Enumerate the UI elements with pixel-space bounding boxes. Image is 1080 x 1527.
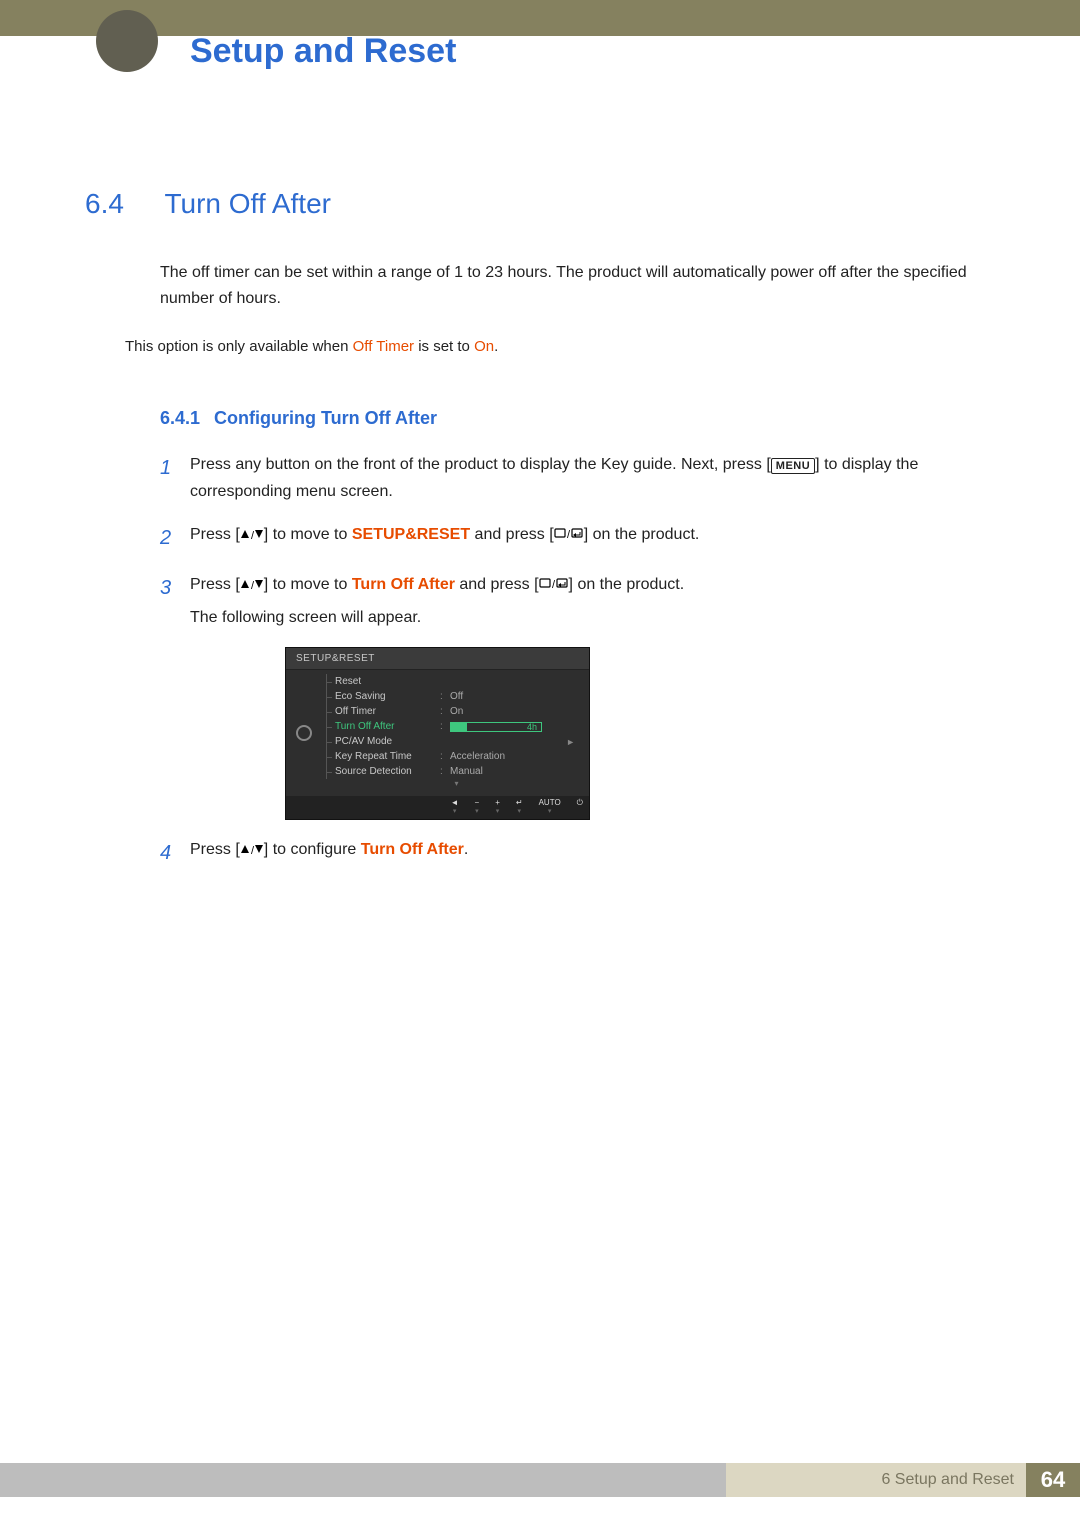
up-down-arrows-icon: / bbox=[240, 842, 264, 858]
up-down-arrows-icon: / bbox=[240, 577, 264, 593]
step-number: 3 bbox=[160, 571, 190, 605]
osd-footer-power-icon: ⏻ bbox=[577, 799, 583, 815]
section-intro: The off timer can be set within a range … bbox=[160, 260, 995, 313]
footer-breadcrumb: 6 Setup and Reset bbox=[726, 1463, 1026, 1497]
note-highlight-on: On bbox=[474, 338, 494, 355]
osd-row-reset: Reset bbox=[326, 674, 579, 689]
subsection-number: 6.4.1 bbox=[160, 408, 200, 428]
svg-text:/: / bbox=[251, 845, 255, 855]
header-bar bbox=[0, 0, 1080, 36]
step-2: 2 Press [/] to move to SETUP&RESET and p… bbox=[160, 521, 995, 555]
step-text: Press any button on the front of the pro… bbox=[190, 451, 995, 505]
osd-footer-enter-icon: ↵▾ bbox=[516, 799, 523, 815]
section-title: Turn Off After bbox=[164, 188, 331, 220]
osd-list: Reset Eco Saving:Off Off Timer:On Turn O… bbox=[322, 670, 589, 796]
chevron-right-icon: ► bbox=[566, 737, 575, 747]
osd-footer-back-icon: ◄▾ bbox=[451, 799, 459, 815]
step-highlight: Turn Off After bbox=[352, 576, 455, 593]
section-6-4: 6.4 Turn Off After The off timer can be … bbox=[85, 188, 995, 886]
subsection-heading: 6.4.1 Configuring Turn Off After bbox=[160, 408, 995, 429]
page-number: 64 bbox=[1026, 1463, 1080, 1497]
step-4: 4 Press [/] to configure Turn Off After. bbox=[160, 836, 995, 870]
svg-text:/: / bbox=[567, 529, 571, 539]
osd-footer-minus-icon: −▾ bbox=[475, 799, 480, 815]
svg-text:/: / bbox=[251, 530, 255, 540]
menu-button-label: MENU bbox=[771, 458, 815, 474]
note-text: . bbox=[494, 338, 498, 355]
step-highlight: Turn Off After bbox=[361, 841, 464, 858]
osd-scroll-down-icon: ▾ bbox=[334, 779, 579, 788]
svg-text:/: / bbox=[552, 579, 556, 589]
step-1: 1 Press any button on the front of the p… bbox=[160, 451, 995, 505]
step-tail: The following screen will appear. bbox=[190, 604, 995, 631]
osd-slider: 4h bbox=[450, 722, 542, 732]
note-text: This option is only available when bbox=[125, 338, 353, 355]
osd-row-turn-off-after: Turn Off After: 4h bbox=[326, 719, 579, 734]
osd-body: Reset Eco Saving:Off Off Timer:On Turn O… bbox=[286, 670, 589, 796]
section-note: This option is only available when Off T… bbox=[125, 335, 995, 360]
chapter-title: Setup and Reset bbox=[190, 32, 456, 71]
up-down-arrows-icon: / bbox=[240, 527, 264, 543]
osd-row-pc-av-mode: PC/AV Mode ► bbox=[326, 734, 579, 749]
chapter-badge bbox=[96, 10, 158, 72]
step-list: 1 Press any button on the front of the p… bbox=[160, 451, 995, 870]
step-number: 4 bbox=[160, 836, 190, 870]
osd-screenshot: SETUP&RESET Reset Eco Saving:Off Off T bbox=[285, 647, 590, 819]
step-text: Press [/] to move to Turn Off After and … bbox=[190, 571, 995, 632]
osd-icon-column bbox=[286, 670, 322, 796]
section-number: 6.4 bbox=[85, 188, 160, 220]
osd-title: SETUP&RESET bbox=[286, 648, 589, 670]
step-highlight: SETUP&RESET bbox=[352, 526, 470, 543]
step-text: Press [/] to configure Turn Off After. bbox=[190, 836, 995, 863]
osd-footer-plus-icon: +▾ bbox=[495, 799, 500, 815]
source-enter-icon: / bbox=[554, 521, 584, 548]
note-highlight-off-timer: Off Timer bbox=[353, 338, 414, 355]
gear-icon bbox=[296, 725, 312, 741]
osd-row-key-repeat: Key Repeat Time:Acceleration bbox=[326, 749, 579, 764]
source-enter-icon: / bbox=[539, 571, 569, 598]
svg-text:/: / bbox=[251, 580, 255, 590]
note-text: is set to bbox=[414, 338, 474, 355]
step-number: 2 bbox=[160, 521, 190, 555]
subsection-6-4-1: 6.4.1 Configuring Turn Off After 1 Press … bbox=[160, 408, 995, 870]
step-3: 3 Press [/] to move to Turn Off After an… bbox=[160, 571, 995, 632]
osd-footer-auto: AUTO▾ bbox=[539, 799, 561, 815]
osd-footer: ◄▾ −▾ +▾ ↵▾ AUTO▾ ⏻ bbox=[286, 796, 589, 818]
osd-row-eco-saving: Eco Saving:Off bbox=[326, 689, 579, 704]
footer-bar bbox=[0, 1463, 726, 1497]
page-footer: 6 Setup and Reset 64 bbox=[0, 1463, 1080, 1497]
osd-row-off-timer: Off Timer:On bbox=[326, 704, 579, 719]
step-number: 1 bbox=[160, 451, 190, 485]
subsection-title: Configuring Turn Off After bbox=[214, 408, 437, 428]
osd-row-source-detection: Source Detection:Manual bbox=[326, 764, 579, 779]
step-text: Press [/] to move to SETUP&RESET and pre… bbox=[190, 521, 995, 548]
